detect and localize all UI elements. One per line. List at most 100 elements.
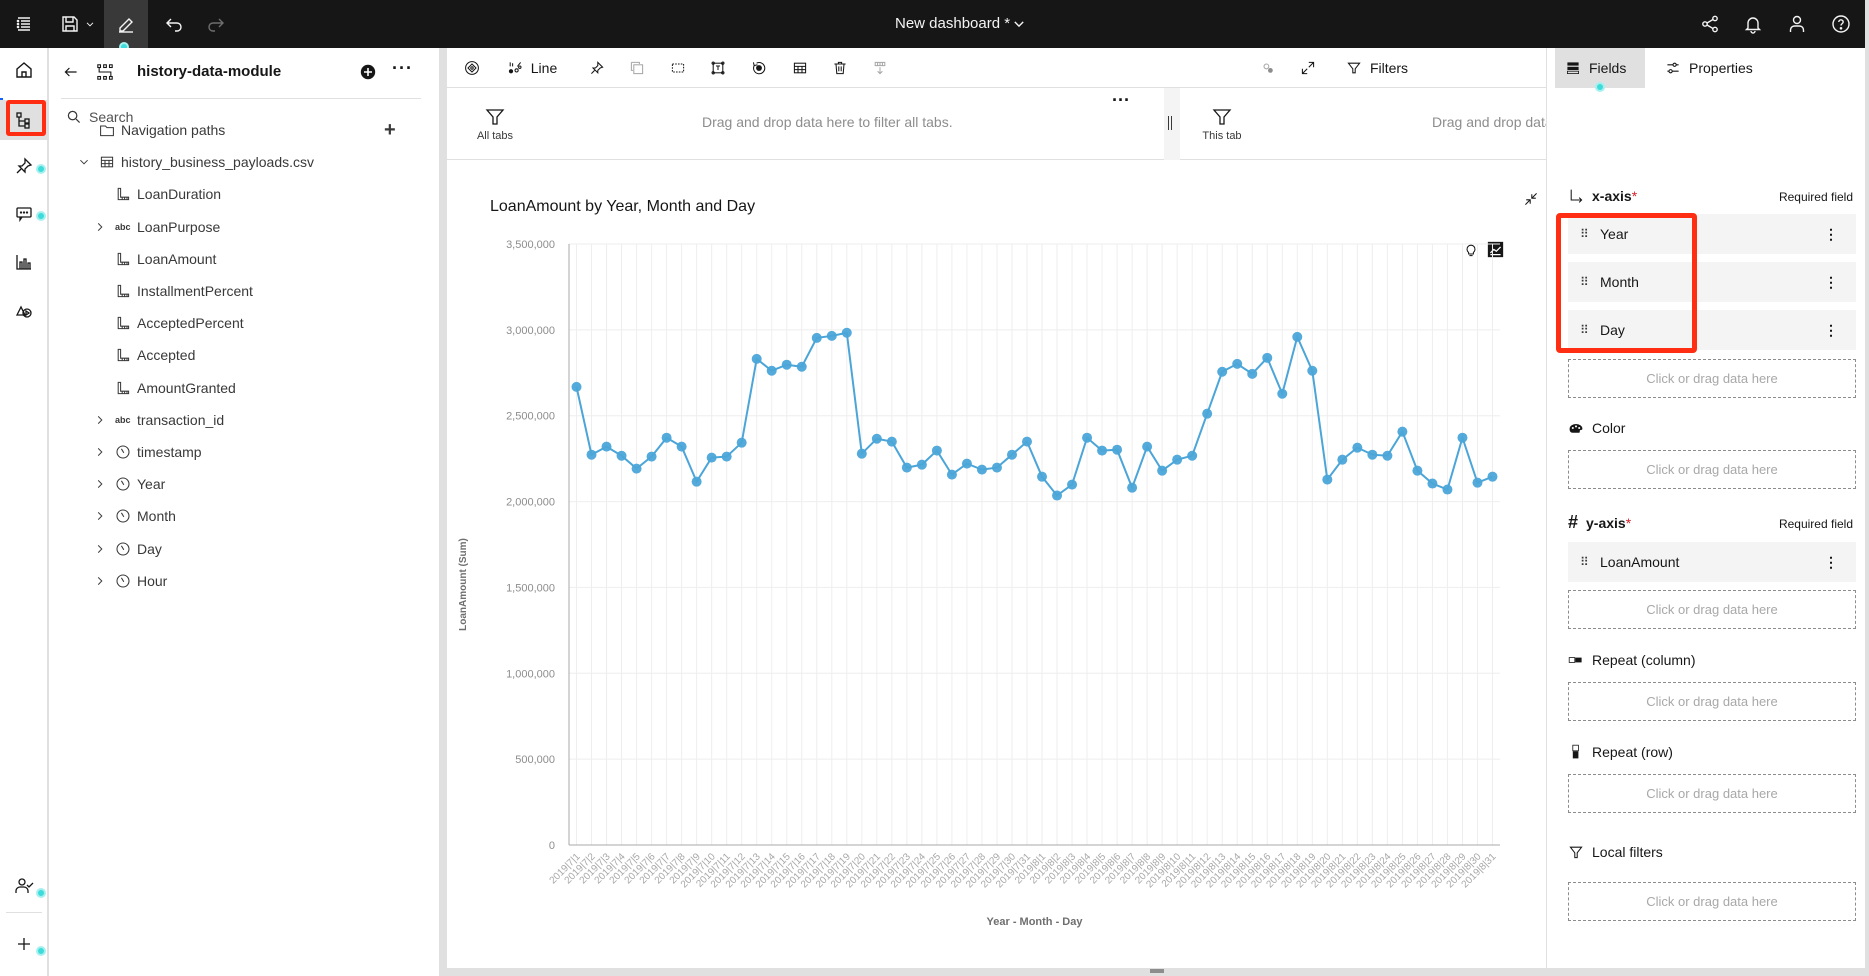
tree-item[interactable]: Month: [49, 500, 439, 532]
all-tabs-label: All tabs: [476, 130, 514, 142]
undo-icon[interactable]: [150, 0, 198, 48]
comments-icon[interactable]: [0, 194, 48, 234]
viz-type-button[interactable]: Line: [497, 48, 567, 88]
tree-item[interactable]: InstallmentPercent: [49, 275, 439, 307]
chevron-down-icon[interactable]: [78, 156, 90, 168]
delete-icon[interactable]: [825, 48, 855, 88]
redo-icon[interactable]: [192, 0, 240, 48]
x-axis-dropzone[interactable]: Click or drag data here: [1568, 359, 1856, 398]
chevron-right-icon[interactable]: [94, 414, 106, 426]
data-point: [1367, 449, 1378, 460]
tree-item[interactable]: Day: [49, 533, 439, 565]
tree-item-label: LoanAmount: [137, 250, 217, 267]
horizontal-scrollbar[interactable]: [447, 968, 1865, 976]
filter-icon: [1212, 109, 1232, 125]
chevron-right-icon[interactable]: [94, 575, 106, 587]
tree-item[interactable]: Year: [49, 468, 439, 500]
overflow-menu-icon[interactable]: ⋮: [1824, 262, 1838, 302]
chevron-right-icon[interactable]: [94, 478, 106, 490]
pin-widget-icon[interactable]: [582, 48, 612, 88]
drill-down-icon[interactable]: [865, 48, 895, 88]
x-axis-title: Year - Month - Day: [987, 916, 1084, 928]
scroll-thumb[interactable]: [1150, 969, 1164, 973]
more-options-icon[interactable]: ···: [1112, 90, 1130, 111]
filters-tab[interactable]: Filters: [1327, 48, 1427, 88]
data-point: [856, 448, 867, 459]
chevron-down-icon[interactable]: [80, 0, 100, 48]
chevron-right-icon[interactable]: [94, 221, 106, 233]
repeat-row-dropzone[interactable]: Click or drag data here: [1568, 774, 1856, 813]
chart-widget[interactable]: LoanAmount by Year, Month and Day 0 500,0…: [447, 161, 1546, 968]
back-arrow-icon[interactable]: [63, 64, 79, 80]
tree-item[interactable]: abc transaction_id: [49, 404, 439, 436]
tree-item-label: Month: [137, 508, 176, 525]
panel-tabs: Fields Properties: [1547, 48, 1866, 92]
explore-icon[interactable]: [0, 290, 48, 330]
dashboard-title[interactable]: New dashboard *: [895, 0, 1010, 48]
filter-splitter[interactable]: [1164, 88, 1180, 160]
tree-item[interactable]: abc LoanPurpose: [49, 211, 439, 243]
notification-icon[interactable]: [1729, 0, 1777, 48]
chevron-right-icon[interactable]: [94, 510, 106, 522]
tree-item[interactable]: history_business_payloads.csv: [49, 146, 439, 178]
title-chevron-icon[interactable]: [1012, 17, 1026, 31]
home-icon[interactable]: [0, 50, 48, 90]
overflow-menu-icon[interactable]: ⋮: [1824, 310, 1838, 350]
user-check-icon[interactable]: [0, 866, 48, 906]
data-point: [616, 450, 627, 461]
color-dropzone[interactable]: Click or drag data here: [1568, 450, 1856, 489]
tree-item[interactable]: timestamp: [49, 436, 439, 468]
pin-icon[interactable]: [0, 146, 48, 186]
panel-splitter[interactable]: [439, 48, 447, 976]
menu-icon[interactable]: [0, 0, 48, 48]
smart-icon[interactable]: [457, 48, 487, 88]
tree-item[interactable]: AcceptedPercent: [49, 307, 439, 339]
overflow-menu-icon[interactable]: ⋮: [1824, 542, 1838, 582]
data-point: [976, 464, 987, 475]
tree-item-label: LoanPurpose: [137, 218, 221, 235]
tree-item[interactable]: Hour: [49, 565, 439, 597]
focus-icon[interactable]: [1253, 48, 1283, 88]
add-navigation-path-icon[interactable]: +: [384, 114, 396, 146]
add-source-icon[interactable]: [360, 64, 376, 80]
tour-hotspot[interactable]: [36, 946, 46, 956]
data-point: [1082, 432, 1093, 443]
data-point: [1292, 331, 1303, 342]
more-options-icon[interactable]: ···: [392, 58, 413, 79]
data-point: [1382, 450, 1393, 461]
add-icon[interactable]: [0, 924, 48, 964]
user-icon[interactable]: [1773, 0, 1821, 48]
share-icon[interactable]: [1686, 0, 1734, 48]
visualizations-icon[interactable]: [0, 242, 48, 282]
all-tabs-filter-dropzone[interactable]: All tabs Drag and drop data here to filt…: [447, 88, 1164, 160]
data-point: [916, 459, 927, 470]
select-icon[interactable]: [663, 48, 693, 88]
this-tab-filter-dropzone[interactable]: This tab Drag and drop data here to filt…: [1180, 88, 1683, 160]
chevron-right-icon[interactable]: [94, 543, 106, 555]
data-table-icon[interactable]: [785, 48, 815, 88]
y-axis-dropzone[interactable]: Click or drag data here: [1568, 590, 1856, 629]
tree-item[interactable]: Accepted: [49, 339, 439, 371]
repeat-column-dropzone[interactable]: Click or drag data here: [1568, 682, 1856, 721]
local-filters-dropzone[interactable]: Click or drag data here: [1568, 882, 1856, 921]
tree-item[interactable]: Navigation paths +: [49, 114, 439, 146]
overflow-menu-icon[interactable]: ⋮: [1824, 214, 1838, 254]
chevron-right-icon[interactable]: [94, 446, 106, 458]
edit-icon[interactable]: [104, 0, 148, 48]
help-icon[interactable]: [1817, 0, 1865, 48]
data-point: [1457, 432, 1468, 443]
data-point: [661, 432, 672, 443]
data-point: [841, 327, 852, 338]
tree-item[interactable]: LoanDuration: [49, 178, 439, 210]
tour-hotspot[interactable]: [36, 888, 46, 898]
drag-handle-icon[interactable]: ⠿: [1580, 542, 1589, 582]
y-axis-field-loanamount[interactable]: ⠿ LoanAmount ⋮: [1568, 542, 1856, 582]
tree-item[interactable]: LoanAmount: [49, 243, 439, 275]
tree-item[interactable]: AmountGranted: [49, 372, 439, 404]
tour-hotspot[interactable]: [1595, 82, 1605, 92]
tab-properties[interactable]: Properties: [1655, 48, 1865, 88]
expand-icon[interactable]: [1293, 48, 1323, 88]
refresh-icon[interactable]: [744, 48, 774, 88]
duplicate-icon[interactable]: [622, 48, 652, 88]
text-frame-icon[interactable]: [703, 48, 733, 88]
